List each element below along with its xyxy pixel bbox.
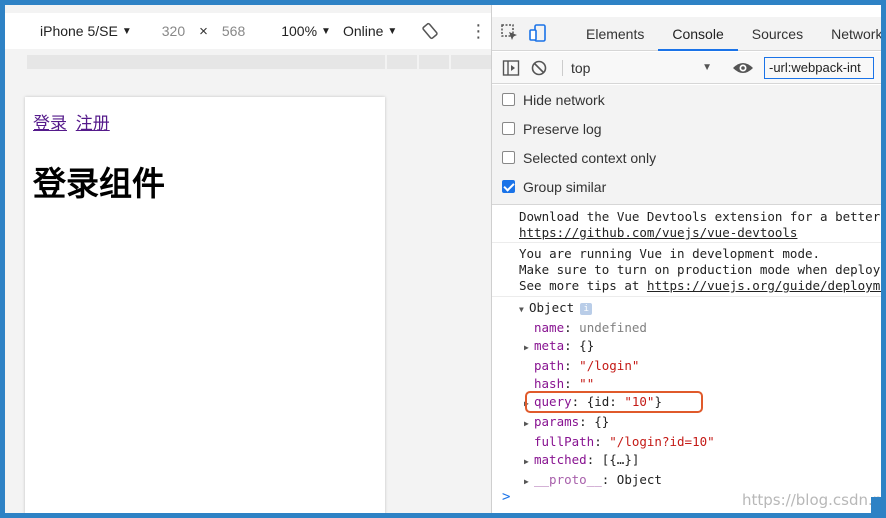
inspect-element-icon[interactable]	[500, 23, 520, 45]
ruler-segment	[451, 55, 491, 69]
prop-name: name: undefined	[534, 320, 647, 335]
tab-console[interactable]: Console	[658, 17, 738, 51]
tab-sources[interactable]: Sources	[738, 17, 817, 51]
object-root[interactable]: ▼ Object i	[492, 299, 881, 319]
triangle-right-icon: ▶	[524, 457, 529, 466]
device-name: iPhone 5/SE	[40, 23, 118, 39]
nav-links: 登录 注册	[33, 109, 114, 134]
caret-down-icon: ▼	[121, 25, 132, 37]
console-settings: Hide network Preserve log Selected conte…	[492, 85, 881, 205]
context-select[interactable]: top ▼	[562, 59, 712, 76]
caret-down-icon: ▼	[321, 25, 331, 37]
setting-preserve-log[interactable]: Preserve log	[492, 114, 881, 143]
console-filter-input[interactable]: -url:webpack-int	[764, 56, 874, 79]
setting-hide-network[interactable]: Hide network	[492, 85, 881, 114]
console-toolbar: top ▼ -url:webpack-int	[492, 52, 881, 84]
setting-label: Preserve log	[523, 120, 602, 137]
screenshot-frame: iPhone 5/SE ▼ 320 × 568 100% ▼ Online ▼ …	[0, 0, 886, 518]
device-toolbar: iPhone 5/SE ▼ 320 × 568 100% ▼ Online ▼ …	[5, 13, 491, 49]
prop-meta[interactable]: ▶ meta: {}	[492, 337, 881, 357]
devtools-panel: Elements Console Sources Network top ▼ -…	[491, 5, 881, 513]
checkbox[interactable]	[502, 151, 515, 164]
sidebar-toggle-icon[interactable]	[502, 59, 520, 77]
triangle-right-icon: ▶	[524, 343, 529, 352]
width-input[interactable]: 320	[162, 23, 185, 39]
device-viewport: 登录 注册 登录组件	[25, 97, 385, 513]
rotate-icon[interactable]	[421, 22, 439, 40]
message-text: Make sure to turn on production mode whe…	[519, 262, 882, 277]
prop-params[interactable]: ▶ params: {}	[492, 413, 881, 433]
page-heading: 登录组件	[33, 164, 165, 203]
setting-selected-context-only[interactable]: Selected context only	[492, 143, 881, 172]
setting-label: Group similar	[523, 178, 607, 195]
device-pane: iPhone 5/SE ▼ 320 × 568 100% ▼ Online ▼ …	[5, 5, 491, 513]
info-icon: i	[580, 302, 593, 315]
context-value: top	[571, 59, 591, 76]
ruler-segment	[387, 55, 417, 69]
zoom-select[interactable]: 100% ▼	[281, 23, 331, 39]
zoom-value: 100%	[281, 23, 318, 39]
devtools-tabbar: Elements Console Sources Network	[492, 17, 881, 51]
checkbox-checked[interactable]	[502, 180, 515, 193]
prop-path: path: "/login"	[534, 358, 640, 373]
tab-elements[interactable]: Elements	[572, 17, 658, 51]
deployment-link[interactable]: https://vuejs.org/guide/deployment	[647, 278, 881, 293]
console-prompt[interactable]: >	[502, 489, 510, 505]
media-query-ruler	[27, 55, 491, 69]
prop-query[interactable]: ▶ query: {id: "10"}	[492, 393, 881, 413]
prop-fullpath: fullPath: "/login?id=10"	[534, 434, 715, 449]
tab-network[interactable]: Network	[817, 17, 881, 51]
ruler-segment	[419, 55, 449, 69]
more-options-icon[interactable]: ⋮	[469, 22, 487, 40]
network-throttle-select[interactable]: Online ▼	[343, 23, 397, 39]
triangle-right-icon: ▶	[524, 419, 529, 428]
device-toggle-icon[interactable]	[528, 23, 548, 45]
message-text: You are running Vue in development mode.	[519, 246, 821, 261]
object-label: Object	[529, 300, 575, 315]
triangle-down-icon: ▼	[519, 305, 524, 314]
corner-marker	[871, 497, 881, 513]
console-output: Download the Vue Devtools extension for …	[492, 206, 882, 513]
clear-console-icon[interactable]	[530, 59, 548, 77]
caret-down-icon: ▼	[702, 62, 712, 73]
setting-label: Selected context only	[523, 149, 657, 166]
console-message: Download the Vue Devtools extension for …	[492, 206, 881, 243]
eye-icon[interactable]	[732, 60, 754, 76]
times-icon: ×	[199, 22, 208, 40]
triangle-right-icon: ▶	[524, 399, 529, 408]
watermark: https://blog.csdn.net @稀土掘金技术社区	[742, 491, 886, 509]
caret-down-icon: ▼	[387, 25, 398, 37]
checkbox[interactable]	[502, 93, 515, 106]
network-value: Online	[342, 23, 384, 39]
devtools-link[interactable]: https://github.com/vuejs/vue-devtools	[519, 225, 797, 240]
message-text: Download the Vue Devtools extension for …	[519, 209, 881, 224]
setting-label: Hide network	[523, 91, 605, 108]
checkbox[interactable]	[502, 122, 515, 135]
prop-hash: hash: ""	[534, 376, 595, 391]
triangle-right-icon: ▶	[524, 477, 529, 486]
console-message: You are running Vue in development mode.…	[492, 243, 882, 297]
ruler-segment	[27, 55, 385, 69]
prop-matched[interactable]: ▶ matched: [{…}]	[492, 451, 881, 471]
register-link[interactable]: 注册	[76, 114, 110, 134]
message-text: See more tips at	[519, 278, 647, 293]
prop-proto[interactable]: ▶ __proto__: Object	[492, 471, 881, 491]
login-link[interactable]: 登录	[33, 114, 67, 134]
setting-group-similar[interactable]: Group similar	[492, 172, 881, 201]
height-input[interactable]: 568	[222, 23, 245, 39]
device-select[interactable]: iPhone 5/SE ▼	[40, 23, 132, 39]
